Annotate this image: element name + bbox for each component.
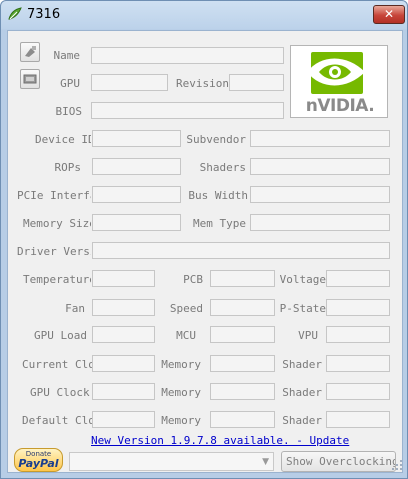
current-memory-label: Memory <box>161 358 201 371</box>
gpu-load-label: GPU Load <box>34 329 87 342</box>
vpu-field[interactable] <box>326 326 390 343</box>
name-field[interactable] <box>91 47 284 64</box>
screenshot-button[interactable] <box>20 42 40 62</box>
window-title: 7316 <box>27 7 61 22</box>
gpu-shader-label: Shader <box>282 386 322 399</box>
fan-field[interactable] <box>92 299 155 316</box>
default-memory-label: Memory <box>161 414 201 427</box>
shaders-field[interactable] <box>250 158 390 175</box>
current-memory-field[interactable] <box>210 355 275 372</box>
name-label: Name <box>53 49 81 62</box>
gpu-clock-label: GPU Clock <box>30 386 90 399</box>
subvendor-field[interactable] <box>250 130 390 147</box>
current-shader-field[interactable] <box>326 355 390 372</box>
nvidia-logo-text: nVIDIA. <box>305 96 375 116</box>
driver-version-label: Driver Version <box>17 245 91 258</box>
pcie-interface-label: PCIe Interface <box>17 189 91 202</box>
shaders-label: Shaders <box>199 161 246 174</box>
temperature-label: Temperature <box>23 273 91 286</box>
voltage-label: Voltage <box>279 273 326 286</box>
subvendor-label: Subvendor <box>186 133 246 146</box>
mem-type-field[interactable] <box>250 214 390 231</box>
gpu-clock-field[interactable] <box>92 383 155 400</box>
bus-width-label: Bus Width <box>188 189 248 202</box>
memory-size-field[interactable] <box>92 214 181 231</box>
gpu-label: GPU <box>60 77 80 90</box>
mcu-field[interactable] <box>210 326 275 343</box>
main-panel: Name GPU Revision BIOS nVIDIA. Device ID… <box>7 30 403 473</box>
current-clock-field[interactable] <box>92 355 155 372</box>
vpu-label: VPU <box>298 329 318 342</box>
speed-label: Speed <box>169 302 203 315</box>
app-window: 7316 ✕ Name GPU Revision BIOS nVIDIA. De… <box>0 0 408 479</box>
title-bar: 7316 ✕ <box>1 1 407 29</box>
rops-field[interactable] <box>92 158 181 175</box>
current-shader-label: Shader <box>282 358 322 371</box>
bios-field[interactable] <box>91 102 284 119</box>
current-clock-label: Current Clock <box>22 358 92 371</box>
revision-label: Revision <box>176 77 229 90</box>
default-shader-label: Shader <box>282 414 322 427</box>
default-clock-label: Default Clock <box>22 414 92 427</box>
mem-type-label: Mem Type <box>193 217 246 230</box>
voltage-field[interactable] <box>326 270 390 287</box>
pcie-interface-field[interactable] <box>92 186 181 203</box>
p-state-label: P-State <box>279 302 326 315</box>
gpu-load-field[interactable] <box>92 326 155 343</box>
default-shader-field[interactable] <box>326 411 390 428</box>
close-button[interactable]: ✕ <box>373 5 405 24</box>
chevron-down-icon: ▼ <box>262 457 269 467</box>
bus-width-field[interactable] <box>250 186 390 203</box>
default-clock-field[interactable] <box>92 411 155 428</box>
show-overclocking-button[interactable]: Show Overclocking <box>281 451 396 472</box>
update-link[interactable]: New Version 1.9.7.8 available. - Update <box>91 434 349 447</box>
fan-label: Fan <box>65 302 85 315</box>
card-icon <box>23 74 37 84</box>
p-state-field[interactable] <box>326 299 390 316</box>
speed-field[interactable] <box>210 299 275 316</box>
device-id-field[interactable] <box>92 130 181 147</box>
memory-size-label: Memory Size <box>23 217 91 230</box>
gpu-field[interactable] <box>91 74 168 91</box>
pcb-label: PCB <box>183 273 203 286</box>
driver-version-field[interactable] <box>92 242 390 259</box>
bios-label: BIOS <box>55 105 83 118</box>
green-leaf-icon <box>8 7 22 20</box>
gpu-select-dropdown[interactable]: ▼ <box>69 452 274 471</box>
device-id-label: Device ID <box>35 133 91 146</box>
screenshot-icon <box>25 46 36 57</box>
default-memory-field[interactable] <box>210 411 275 428</box>
nvidia-eye-icon <box>307 52 365 94</box>
gpu-memory-label: Memory <box>161 386 201 399</box>
nvidia-logo: nVIDIA. <box>290 45 388 118</box>
revision-field[interactable] <box>229 74 284 91</box>
card-info-button[interactable] <box>20 69 40 89</box>
gpu-memory-field[interactable] <box>210 383 275 400</box>
resize-grip-icon[interactable] <box>391 459 403 471</box>
pcb-field[interactable] <box>210 270 275 287</box>
paypal-logo-text: PayPal <box>18 457 59 470</box>
rops-label: ROPs <box>54 161 82 174</box>
gpu-shader-field[interactable] <box>326 383 390 400</box>
temperature-field[interactable] <box>92 270 155 287</box>
paypal-donate-button[interactable]: Donate PayPal <box>14 448 63 472</box>
mcu-label: MCU <box>176 329 196 342</box>
